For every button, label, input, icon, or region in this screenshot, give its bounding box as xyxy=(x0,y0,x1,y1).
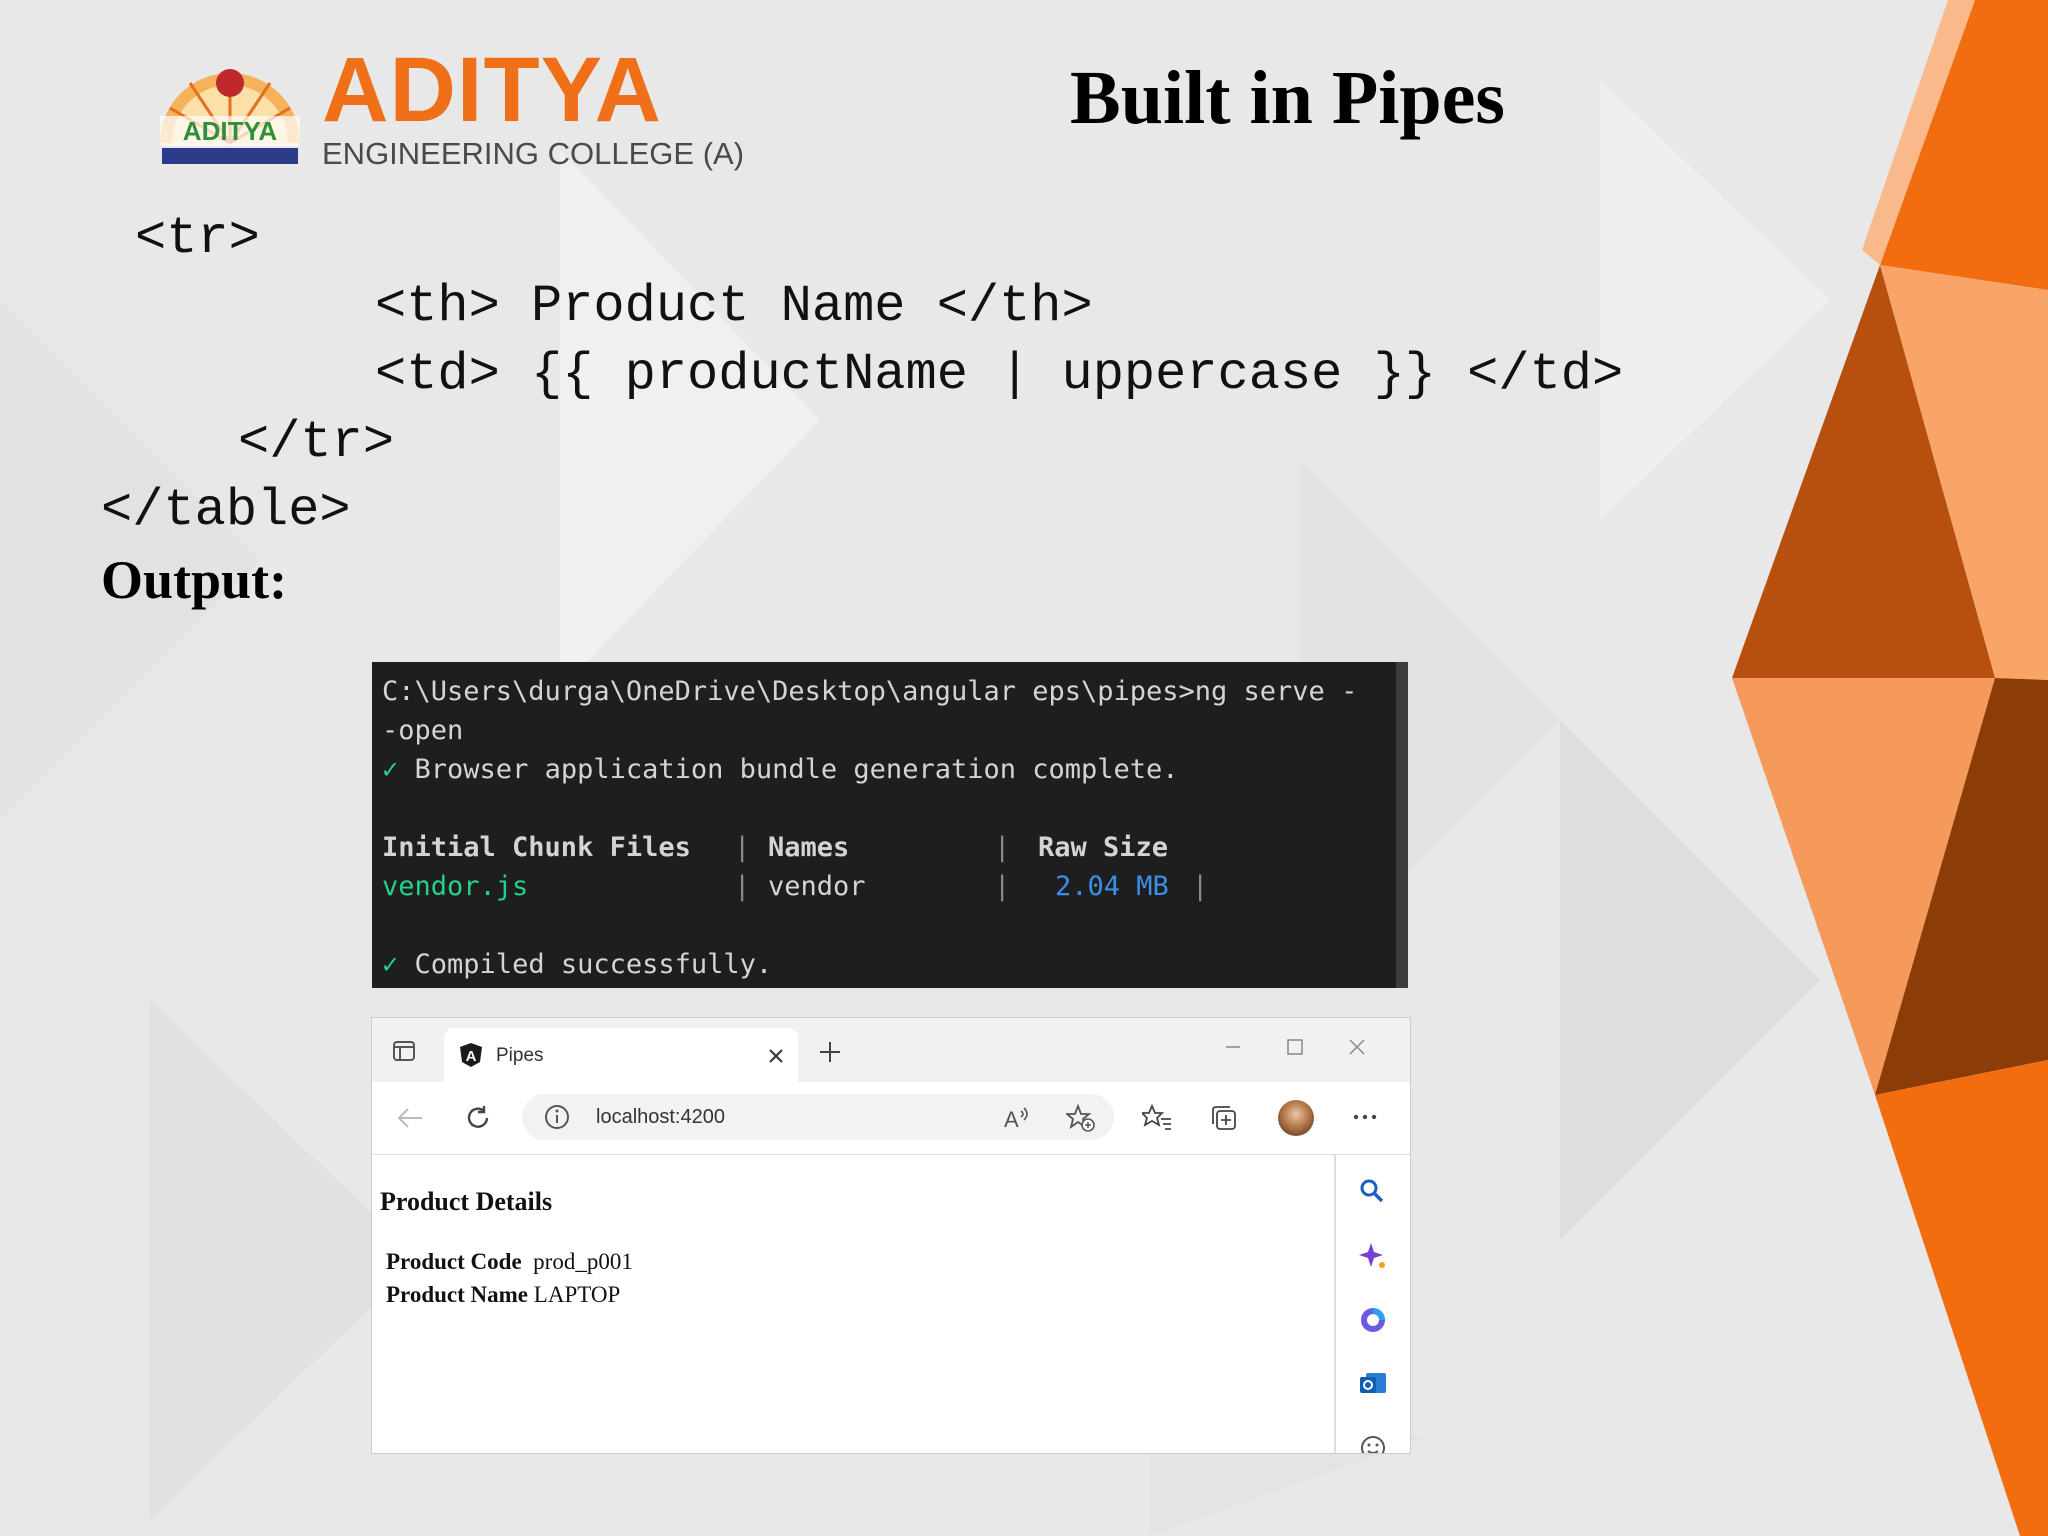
more-options-icon[interactable] xyxy=(1352,1112,1378,1122)
terminal-command-line1: C:\Users\durga\OneDrive\Desktop\angular … xyxy=(382,676,1358,707)
code-line-3: <td> {{ productName | uppercase }} </td> xyxy=(375,345,1624,404)
refresh-icon[interactable] xyxy=(464,1104,492,1132)
edge-sidebar xyxy=(1334,1155,1410,1453)
product-name-label: Product Name xyxy=(386,1282,529,1307)
code-line-1: <tr> xyxy=(135,209,260,268)
table-separator: | xyxy=(1192,871,1209,902)
terminal-scrollbar[interactable] xyxy=(1396,662,1408,988)
browser-tabbar: A Pipes xyxy=(372,1018,1410,1082)
favorites-icon[interactable] xyxy=(1142,1104,1172,1132)
terminal-compiled-line: ✓ Compiled successfully. xyxy=(382,951,772,978)
close-window-icon[interactable] xyxy=(1348,1038,1366,1056)
minimize-icon[interactable] xyxy=(1224,1038,1242,1056)
tab-title: Pipes xyxy=(496,1045,544,1066)
table-separator: | xyxy=(994,871,1011,902)
svg-text:A: A xyxy=(1004,1107,1019,1131)
logo-subtitle: ENGINEERING COLLEGE (A) xyxy=(322,136,745,171)
address-bar[interactable]: localhost:4200 A xyxy=(522,1094,1114,1140)
browser-window: A Pipes localhost:4200 A Product Details… xyxy=(372,1018,1410,1453)
compiled-message: Compiled successfully. xyxy=(414,949,773,980)
code-line-4: </tr> xyxy=(238,413,395,472)
read-aloud-icon[interactable]: A xyxy=(1002,1105,1032,1131)
info-icon[interactable] xyxy=(544,1104,570,1130)
product-details-heading: Product Details xyxy=(380,1187,553,1216)
back-icon[interactable] xyxy=(396,1106,424,1130)
product-code-label: Product Code xyxy=(386,1249,522,1274)
terminal-command-line2: -open xyxy=(382,715,464,746)
check-icon: ✓ xyxy=(382,949,399,980)
code-line-5: </table> xyxy=(101,481,351,540)
tab-actions-icon[interactable] xyxy=(392,1040,416,1062)
new-tab-icon[interactable] xyxy=(818,1040,842,1064)
angular-icon: A xyxy=(460,1043,482,1067)
collections-icon[interactable] xyxy=(1210,1104,1238,1132)
product-code-value: prod_p001 xyxy=(533,1249,633,1274)
chunk-header-files: Initial Chunk Files xyxy=(382,832,691,863)
terminal-bundle-line: ✓ Browser application bundle generation … xyxy=(382,756,1179,783)
output-label: Output: xyxy=(101,550,288,610)
chunk-header-rawsize: Raw Size xyxy=(1038,832,1169,863)
code-line-2: <th> Product Name </th> xyxy=(375,277,1093,336)
chunk-raw-size: 2.04 MB xyxy=(1055,871,1169,902)
terminal-window: C:\Users\durga\OneDrive\Desktop\angular … xyxy=(372,662,1408,988)
feedback-icon[interactable] xyxy=(1358,1433,1388,1453)
chunk-name: vendor xyxy=(768,871,866,902)
svg-text:ADITYA: ADITYA xyxy=(183,116,278,146)
close-tab-icon[interactable] xyxy=(768,1048,784,1064)
sparkle-icon[interactable] xyxy=(1358,1241,1388,1271)
college-logo: ADITYA ADITYA ENGINEERING COLLEGE (A) xyxy=(150,38,744,183)
outlook-icon[interactable] xyxy=(1358,1369,1388,1399)
product-name-row: Product Name LAPTOP xyxy=(386,1282,620,1308)
maximize-icon[interactable] xyxy=(1286,1038,1304,1056)
page-content: Product Details Product Code prod_p001 P… xyxy=(372,1155,1334,1453)
check-icon: ✓ xyxy=(382,754,399,785)
svg-text:A: A xyxy=(466,1048,477,1065)
table-separator: | xyxy=(734,871,751,902)
url-text[interactable]: localhost:4200 xyxy=(596,1106,725,1129)
office-icon[interactable] xyxy=(1358,1305,1388,1335)
search-icon[interactable] xyxy=(1358,1177,1386,1205)
chunk-file: vendor.js xyxy=(382,871,529,902)
chunk-header-names: Names xyxy=(768,832,850,863)
add-favorite-icon[interactable] xyxy=(1066,1104,1096,1132)
product-name-value: LAPTOP xyxy=(533,1282,621,1307)
college-emblem: ADITYA xyxy=(160,69,300,164)
browser-tab[interactable]: A Pipes xyxy=(444,1028,798,1082)
logo-wordmark: ADITYA xyxy=(322,39,662,141)
slide-title: Built in Pipes xyxy=(1070,56,1505,140)
table-separator: | xyxy=(994,832,1011,863)
profile-avatar[interactable] xyxy=(1278,1100,1314,1136)
table-separator: | xyxy=(734,832,751,863)
browser-toolbar: localhost:4200 A xyxy=(372,1082,1410,1155)
product-code-row: Product Code prod_p001 xyxy=(386,1249,633,1275)
bundle-message: Browser application bundle generation co… xyxy=(414,754,1179,785)
